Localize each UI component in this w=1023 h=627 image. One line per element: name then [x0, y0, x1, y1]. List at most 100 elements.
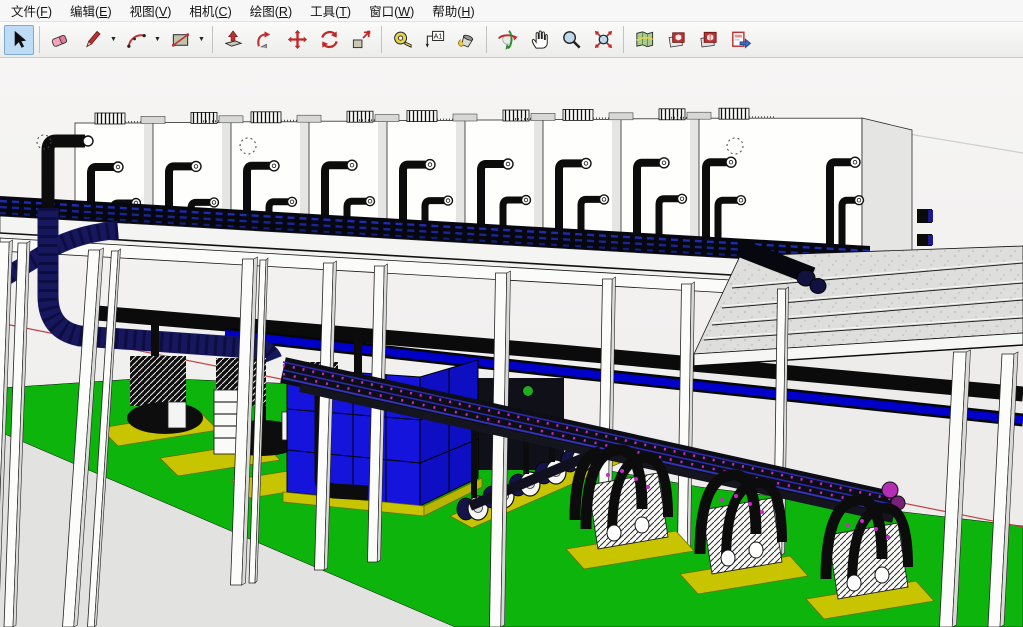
follow-me-tool[interactable] — [250, 25, 280, 55]
flange — [678, 194, 687, 203]
pan-tool-icon — [528, 28, 551, 51]
flange — [855, 196, 864, 205]
paint-bucket-tool-icon — [455, 28, 478, 51]
menu-item-c[interactable]: 相机(C) — [180, 0, 240, 22]
rotate-tool[interactable] — [314, 25, 344, 55]
pan-tool[interactable] — [524, 25, 554, 55]
valve-handle — [523, 386, 534, 397]
toolbar-separator — [486, 26, 487, 53]
roof-connector — [687, 112, 711, 119]
export-model-tool[interactable] — [725, 25, 755, 55]
toolbar-separator — [39, 26, 40, 53]
dimension-text-tool-icon: A1 — [423, 28, 446, 51]
roof-connector — [219, 116, 243, 123]
select-tool-icon — [8, 28, 31, 51]
magenta-accent — [734, 494, 738, 498]
share-model-tool[interactable] — [693, 25, 723, 55]
move-tool[interactable] — [282, 25, 312, 55]
move-tool-icon — [286, 28, 309, 51]
get-models-tool[interactable] — [661, 25, 691, 55]
rectangle-tool-dropdown-arrow[interactable]: ▼ — [196, 25, 207, 55]
flange — [726, 157, 736, 167]
push-pull-tool[interactable] — [218, 25, 248, 55]
roof-connector — [141, 116, 165, 123]
finned-unit — [130, 356, 186, 406]
tape-measure-tool-icon — [391, 28, 414, 51]
pipe-end — [810, 279, 826, 294]
share-model-tool-icon — [697, 28, 720, 51]
zoom-tool[interactable] — [556, 25, 586, 55]
line-tool-icon — [81, 28, 104, 51]
flange — [425, 160, 435, 170]
flange — [737, 196, 746, 205]
export-model-tool-icon — [729, 28, 752, 51]
rectangle-tool-icon — [169, 28, 192, 51]
application-window: 文件(F)编辑(E)视图(V)相机(C)绘图(R)工具(T)窗口(W)帮助(H)… — [0, 0, 1023, 627]
tape-measure-tool[interactable] — [387, 25, 417, 55]
roof-connector — [531, 113, 555, 120]
toolbar-separator — [212, 26, 213, 53]
menu-item-w[interactable]: 窗口(W) — [360, 0, 423, 22]
menu-item-e[interactable]: 编辑(E) — [61, 0, 121, 22]
rectangle-tool[interactable] — [165, 25, 195, 55]
chiller-body — [828, 523, 908, 599]
svg-text:A1: A1 — [433, 33, 442, 41]
unit-vent — [563, 109, 593, 120]
flange — [503, 159, 513, 169]
arc-tool-icon — [125, 28, 148, 51]
scale-tool[interactable] — [346, 25, 376, 55]
dimension-text-tool[interactable]: A1 — [419, 25, 449, 55]
unit-vent — [251, 112, 281, 123]
flange — [347, 160, 357, 170]
rack-end-cap — [882, 482, 898, 498]
magenta-accent — [620, 469, 624, 473]
toolbar: ▼ ▼ ▼ A1 — [0, 22, 1023, 58]
flange — [288, 197, 297, 206]
menu-bar: 文件(F)编辑(E)视图(V)相机(C)绘图(R)工具(T)窗口(W)帮助(H) — [0, 0, 1023, 22]
flange — [366, 197, 375, 206]
menu-item-r[interactable]: 绘图(R) — [241, 0, 301, 22]
eraser-tool-icon — [49, 28, 72, 51]
magenta-accent — [646, 485, 650, 489]
zoom-extents-tool[interactable] — [588, 25, 618, 55]
flange — [210, 198, 219, 207]
roof-connector — [453, 114, 477, 121]
zoom-extents-tool-icon — [592, 28, 615, 51]
add-location-tool[interactable] — [629, 25, 659, 55]
roof-connector — [297, 115, 321, 122]
unit-vent — [407, 111, 437, 122]
magenta-accent — [846, 523, 850, 527]
flange — [600, 195, 609, 204]
flange — [659, 158, 669, 168]
magenta-accent — [606, 473, 610, 477]
follow-me-tool-icon — [254, 28, 277, 51]
flange — [83, 136, 93, 146]
arc-tool-dropdown-arrow[interactable]: ▼ — [152, 25, 163, 55]
select-tool-active[interactable] — [4, 25, 34, 55]
flange — [522, 196, 531, 205]
push-pull-tool-icon — [222, 28, 245, 51]
line-tool[interactable] — [77, 25, 107, 55]
orbit-tool[interactable] — [492, 25, 522, 55]
orbit-tool-icon — [496, 28, 519, 51]
menu-item-f[interactable]: 文件(F) — [2, 0, 61, 22]
line-tool-dropdown-arrow[interactable]: ▼ — [108, 25, 119, 55]
menu-item-h[interactable]: 帮助(H) — [423, 0, 483, 22]
unit-vent — [719, 108, 749, 119]
chiller-body — [702, 498, 782, 574]
magenta-accent — [760, 510, 764, 514]
scene-canvas — [0, 58, 1023, 627]
paint-bucket-tool[interactable] — [451, 25, 481, 55]
arc-tool[interactable] — [121, 25, 151, 55]
unit-vent — [95, 113, 125, 124]
magenta-accent — [860, 519, 864, 523]
viewport-3d[interactable] — [0, 58, 1023, 627]
magenta-accent — [886, 535, 890, 539]
menu-item-t[interactable]: 工具(T) — [301, 0, 360, 22]
magenta-accent — [748, 502, 752, 506]
roof-connector — [375, 115, 399, 122]
eraser-tool[interactable] — [45, 25, 75, 55]
add-location-tool-icon — [633, 28, 656, 51]
menu-item-v[interactable]: 视图(V) — [121, 0, 181, 22]
magenta-accent — [634, 477, 638, 481]
